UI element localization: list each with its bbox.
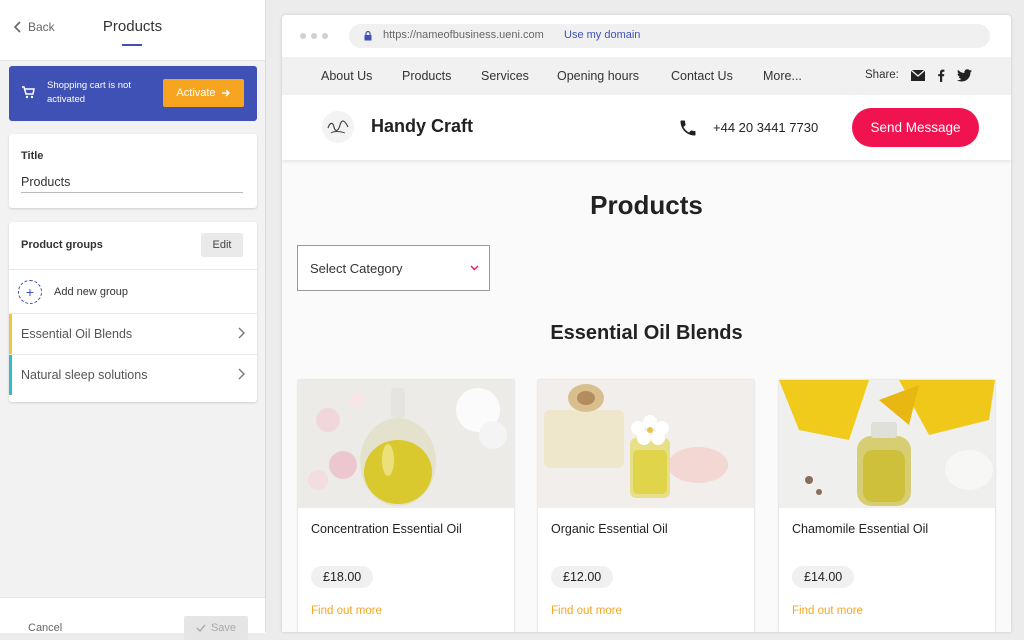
title-input[interactable]	[21, 172, 243, 193]
use-my-domain-link[interactable]: Use my domain	[564, 29, 640, 41]
product-card[interactable]: Concentration Essential Oil £18.00 Find …	[298, 380, 514, 632]
twitter-icon[interactable]	[957, 69, 972, 82]
phone-icon	[680, 120, 696, 136]
edit-groups-button[interactable]: Edit	[201, 233, 243, 257]
chevron-right-icon	[238, 368, 245, 380]
site-header: Handy Craft +44 20 3441 7730 Send Messag…	[282, 95, 1011, 160]
cart-message: Shopping cart is not activated	[47, 80, 131, 105]
save-label: Save	[210, 622, 237, 634]
brand-name: Handy Craft	[371, 116, 474, 136]
logo	[322, 111, 354, 143]
nav-about-us[interactable]: About Us	[321, 69, 372, 83]
arrow-right-icon	[221, 89, 230, 97]
category-select-label: Select Category	[310, 260, 403, 276]
category-select[interactable]: Select Category	[297, 245, 490, 291]
handy-craft-logo-icon	[327, 120, 349, 134]
phone-number: +44 20 3441 7730	[713, 120, 819, 135]
email-icon[interactable]	[911, 70, 925, 81]
find-out-more-link[interactable]: Find out more	[311, 605, 382, 617]
send-message-button[interactable]: Send Message	[852, 108, 979, 147]
lock-icon	[364, 31, 372, 41]
product-name: Organic Essential Oil	[551, 522, 668, 536]
cart-icon	[22, 86, 35, 99]
cart-banner: Shopping cart is not activated Activate	[9, 66, 257, 121]
facebook-icon[interactable]	[937, 69, 945, 82]
title-field-label: Title	[21, 150, 44, 162]
concentration-oil-image	[298, 380, 514, 508]
nav-contact-us[interactable]: Contact Us	[671, 69, 733, 83]
browser-bar: https://nameofbusiness.ueni.com Use my d…	[282, 15, 1011, 57]
save-button[interactable]: Save	[184, 616, 248, 640]
product-name: Chamomile Essential Oil	[792, 522, 929, 536]
find-out-more-link[interactable]: Find out more	[792, 605, 863, 617]
plus-icon: +	[18, 280, 42, 304]
title-card: Title	[9, 134, 257, 208]
url-text: https://nameofbusiness.ueni.com	[383, 29, 544, 41]
activate-label: Activate	[176, 87, 216, 99]
chevron-down-icon	[470, 265, 479, 271]
page-title: Products	[590, 190, 703, 220]
product-groups-header: Product groups	[21, 239, 103, 251]
product-card[interactable]: Organic Essential Oil £12.00 Find out mo…	[538, 380, 754, 632]
product-price: £18.00	[311, 566, 374, 588]
site-preview: https://nameofbusiness.ueni.com Use my d…	[282, 15, 1011, 632]
editor-footer: Cancel Save	[0, 597, 265, 640]
product-name: Concentration Essential Oil	[311, 522, 462, 536]
editor-title: Products	[102, 18, 163, 35]
chevron-right-icon	[238, 327, 245, 339]
group-color-bar	[9, 355, 12, 395]
share-label: Share:	[865, 69, 899, 81]
product-card[interactable]: Chamomile Essential Oil £14.00 Find out …	[779, 380, 995, 632]
add-group-button[interactable]: + Add new group	[18, 280, 128, 304]
activate-button[interactable]: Activate	[163, 79, 244, 107]
add-group-label: Add new group	[54, 286, 128, 298]
group-color-bar	[9, 314, 12, 354]
product-price: £12.00	[551, 566, 614, 588]
chamomile-oil-image	[779, 380, 995, 508]
group-item-essential-oil-blends[interactable]: Essential Oil Blends	[9, 314, 257, 354]
nav-more[interactable]: More...	[763, 69, 802, 83]
divider	[9, 269, 257, 270]
group-title: Essential Oil Blends	[550, 322, 743, 344]
group-label: Natural sleep solutions	[21, 368, 148, 382]
url-bar: https://nameofbusiness.ueni.com Use my d…	[349, 24, 990, 48]
product-groups-card: Product groups Edit + Add new group Esse…	[9, 222, 257, 402]
product-price: £14.00	[792, 566, 855, 588]
group-item-natural-sleep-solutions[interactable]: Natural sleep solutions	[9, 355, 257, 395]
site-nav: About Us Products Services Opening hours…	[282, 57, 1011, 95]
window-dots	[300, 33, 328, 39]
nav-products[interactable]: Products	[402, 69, 451, 83]
editor-panel: Back Products Shopping cart is not activ…	[0, 0, 266, 640]
cancel-button[interactable]: Cancel	[28, 622, 62, 634]
editor-header: Back Products	[0, 0, 265, 61]
group-label: Essential Oil Blends	[21, 327, 133, 341]
nav-opening-hours[interactable]: Opening hours	[557, 69, 639, 83]
check-icon	[196, 624, 206, 632]
title-underline	[122, 44, 142, 46]
nav-services[interactable]: Services	[481, 69, 529, 83]
organic-oil-image	[538, 380, 754, 508]
find-out-more-link[interactable]: Find out more	[551, 605, 622, 617]
